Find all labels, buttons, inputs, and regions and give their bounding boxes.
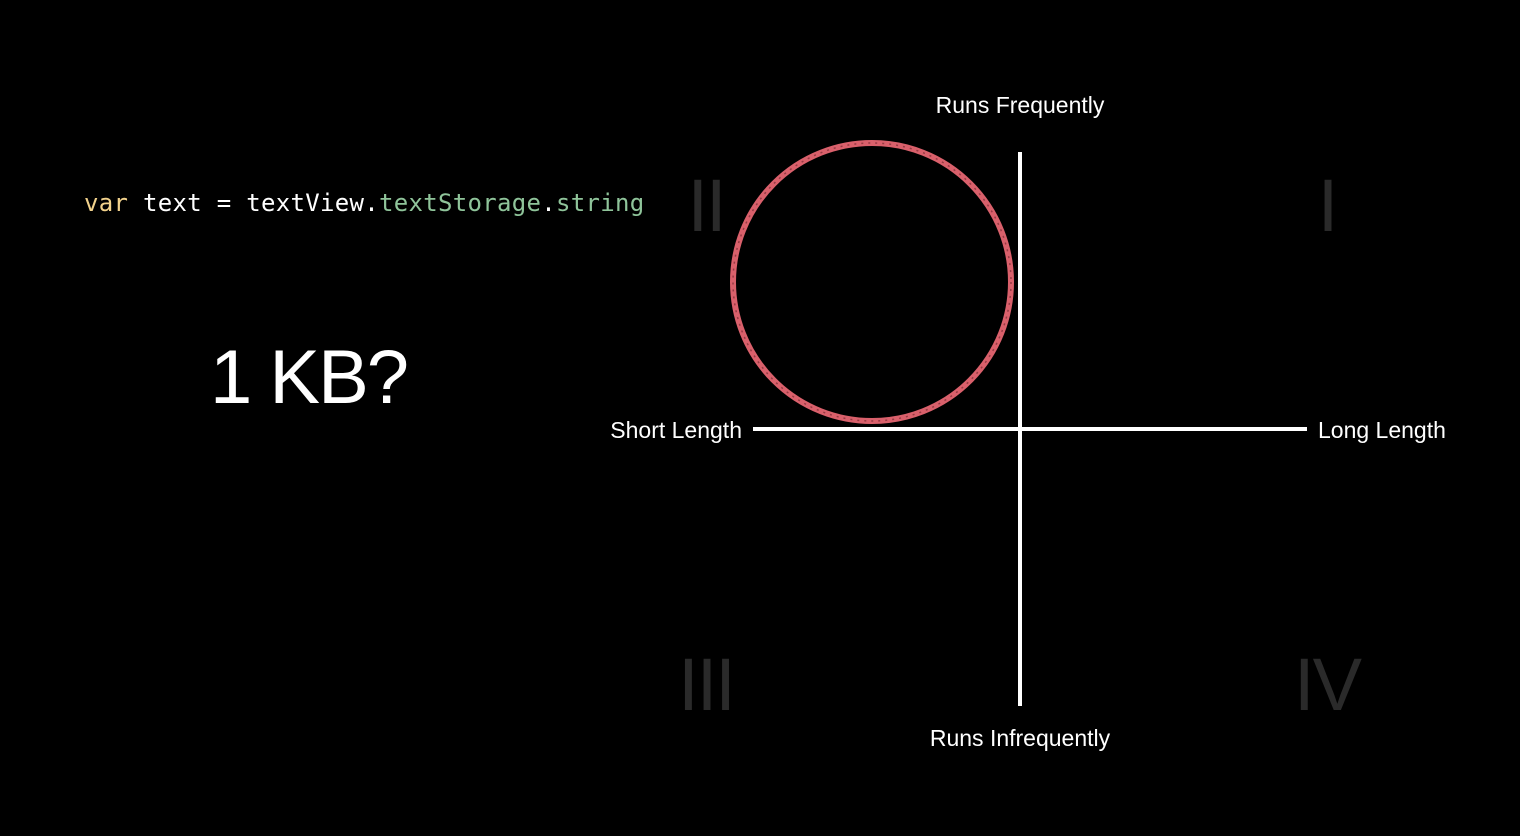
- axis-label-bottom: Runs Infrequently: [929, 725, 1111, 751]
- quadrant-diagram: [730, 140, 1307, 706]
- highlight-circle: [730, 140, 1014, 424]
- axis-label-top: Runs Frequently: [935, 92, 1105, 118]
- axis-label-left: Short Length: [610, 417, 742, 443]
- axis-label-right: Long Length: [1318, 417, 1446, 443]
